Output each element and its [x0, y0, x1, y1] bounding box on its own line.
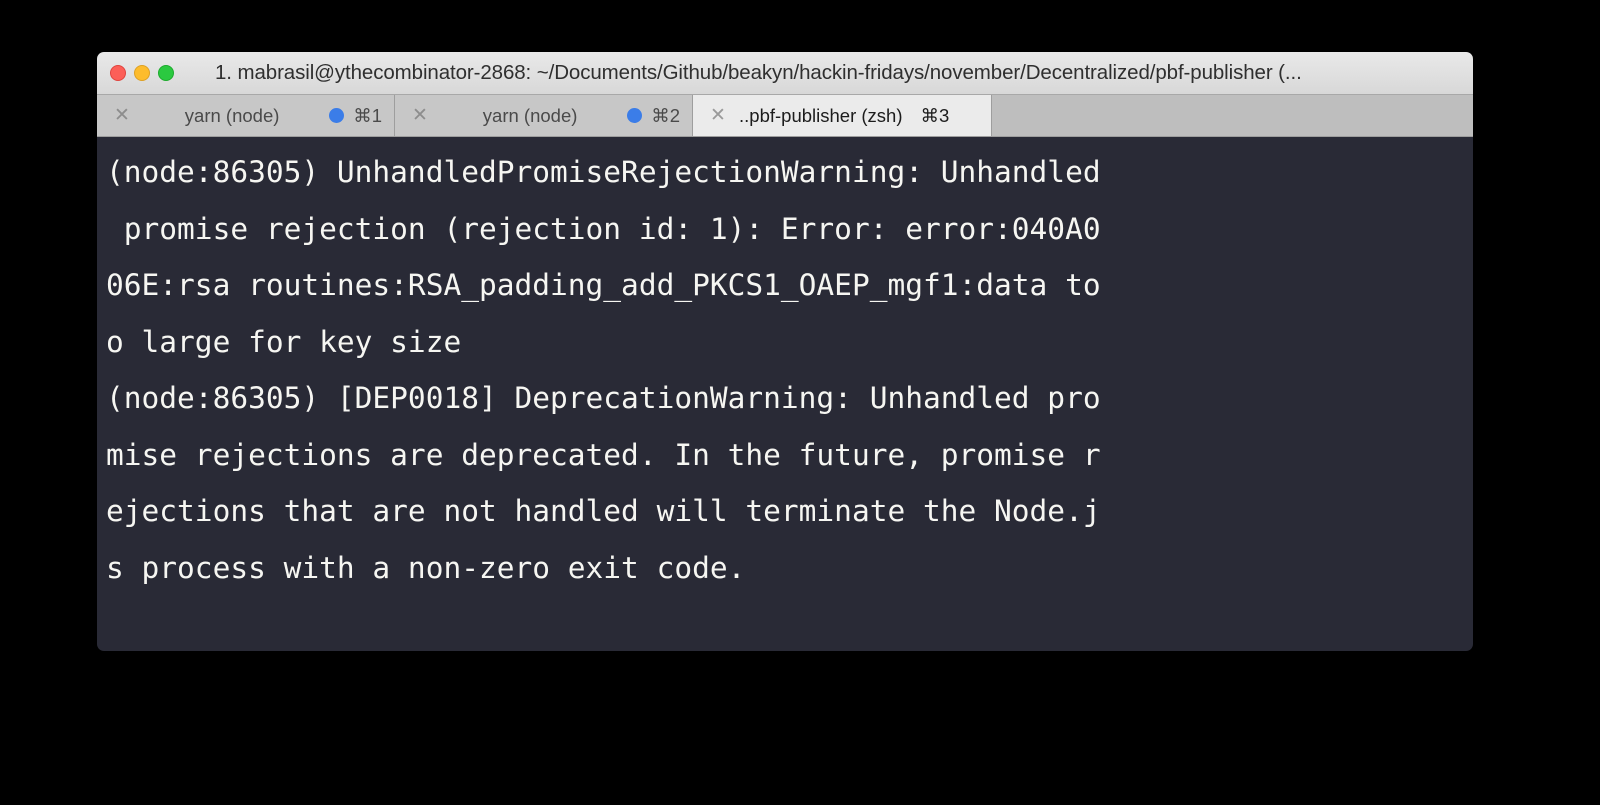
- terminal-line: s process with a non-zero exit code.: [106, 550, 746, 585]
- terminal-line: (node:86305) [DEP0018] DeprecationWarnin…: [106, 381, 1101, 415]
- terminal-line: 06E:rsa routines:RSA_padding_add_PKCS1_O…: [106, 268, 1101, 302]
- tab-label: ..pbf-publisher (zsh): [739, 104, 903, 126]
- terminal-line: promise rejection (rejection id: 1): Err…: [106, 211, 1101, 246]
- tab-yarn-node-1[interactable]: ✕ yarn (node) ⌘1: [97, 95, 395, 136]
- tab-bar-empty-space: [992, 95, 1473, 136]
- window-title: 1. mabrasil@ythecombinator-2868: ~/Docum…: [215, 61, 1302, 84]
- tab-activity-dot-icon: [329, 108, 345, 123]
- window-controls: [110, 65, 174, 81]
- close-tab-icon[interactable]: ✕: [407, 103, 433, 129]
- tab-shortcut: ⌘3: [920, 104, 950, 126]
- tab-label: yarn (node): [184, 104, 280, 126]
- terminal-line: (node:86305) UnhandledPromiseRejectionWa…: [106, 155, 1101, 189]
- shell-prompt-line[interactable]: → pbf-publisher (master) ✗: [97, 596, 1473, 651]
- window-titlebar[interactable]: 1. mabrasil@ythecombinator-2868: ~/Docum…: [97, 52, 1473, 95]
- minimize-window-button[interactable]: [134, 65, 150, 81]
- close-tab-icon[interactable]: ✕: [109, 103, 135, 129]
- tab-pbf-publisher-zsh[interactable]: ✕ ..pbf-publisher (zsh) ⌘3: [693, 95, 992, 136]
- tab-label: yarn (node): [482, 104, 578, 126]
- tab-shortcut: ⌘2: [651, 104, 680, 126]
- terminal-line: ejections that are not handled will term…: [106, 494, 1101, 528]
- tab-shortcut: ⌘1: [353, 104, 382, 126]
- close-tab-icon[interactable]: ✕: [705, 103, 731, 129]
- tab-bar: ✕ yarn (node) ⌘1 ✕ yarn (node) ⌘2 ✕ ..pb…: [97, 95, 1473, 137]
- terminal-line: mise rejections are deprecated. In the f…: [106, 437, 1101, 472]
- terminal-window: 1. mabrasil@ythecombinator-2868: ~/Docum…: [97, 52, 1473, 651]
- tab-activity-dot-icon: [627, 108, 643, 123]
- tab-yarn-node-2[interactable]: ✕ yarn (node) ⌘2: [395, 95, 693, 136]
- zoom-window-button[interactable]: [158, 65, 174, 81]
- close-window-button[interactable]: [110, 65, 126, 81]
- terminal-output[interactable]: (node:86305) UnhandledPromiseRejectionWa…: [97, 137, 1473, 651]
- terminal-line: o large for key size: [106, 324, 462, 359]
